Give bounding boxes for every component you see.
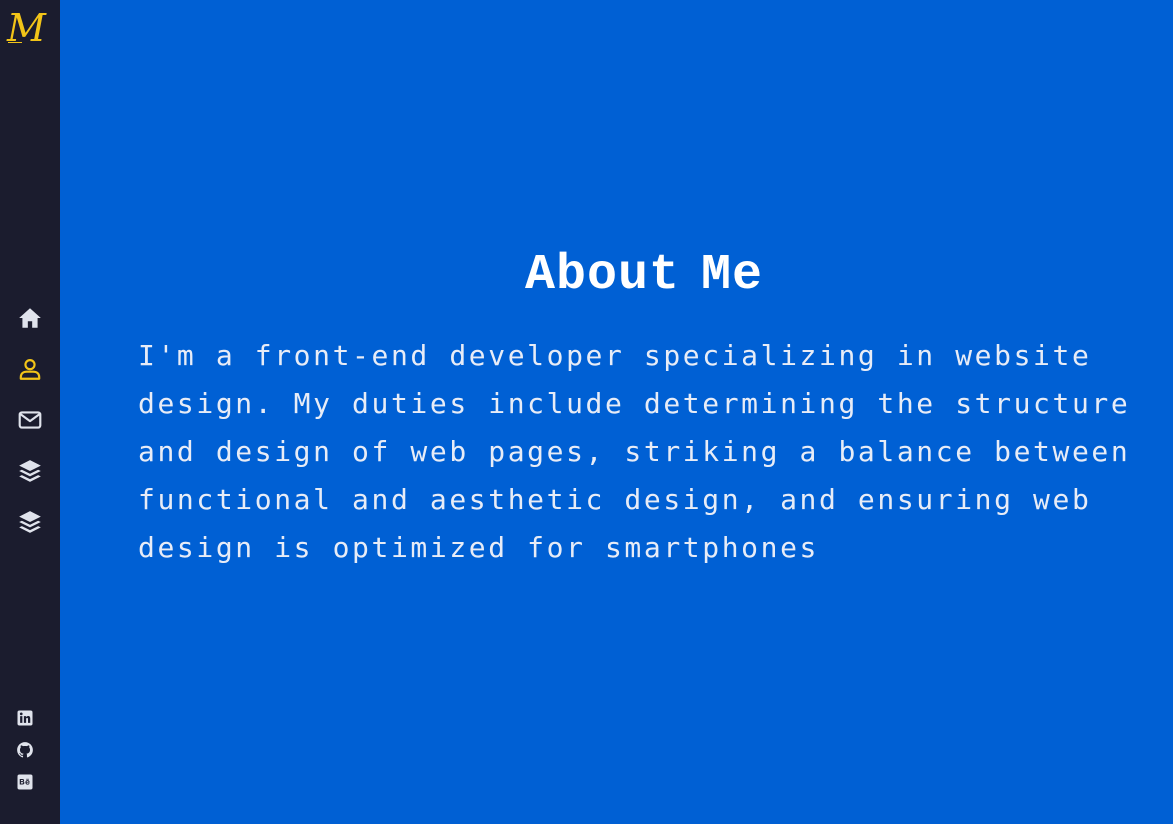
home-icon bbox=[19, 308, 41, 328]
social-behance[interactable] bbox=[15, 772, 35, 792]
logo[interactable]: M bbox=[7, 6, 59, 50]
about-description: I'm a front-end developer specializing i… bbox=[138, 339, 1131, 564]
mail-icon bbox=[18, 411, 42, 429]
linkedin-icon bbox=[17, 710, 33, 726]
nav-projects[interactable] bbox=[14, 455, 46, 487]
layers-icon bbox=[19, 511, 41, 533]
nav-about[interactable] bbox=[14, 353, 46, 385]
behance-icon bbox=[17, 774, 33, 790]
logo-underline bbox=[8, 42, 22, 43]
social-github[interactable] bbox=[15, 740, 35, 760]
user-icon bbox=[19, 359, 41, 380]
main-content: About Me I'm a front-end developer speci… bbox=[60, 0, 1173, 824]
nav-services[interactable] bbox=[14, 506, 46, 538]
nav-home[interactable] bbox=[14, 302, 46, 334]
layers-icon bbox=[19, 460, 41, 482]
nav-contact[interactable] bbox=[14, 404, 46, 436]
github-icon bbox=[17, 742, 33, 758]
social-linkedin[interactable] bbox=[15, 708, 35, 728]
about-title: About Me bbox=[524, 247, 764, 304]
sidebar: M bbox=[0, 0, 60, 824]
